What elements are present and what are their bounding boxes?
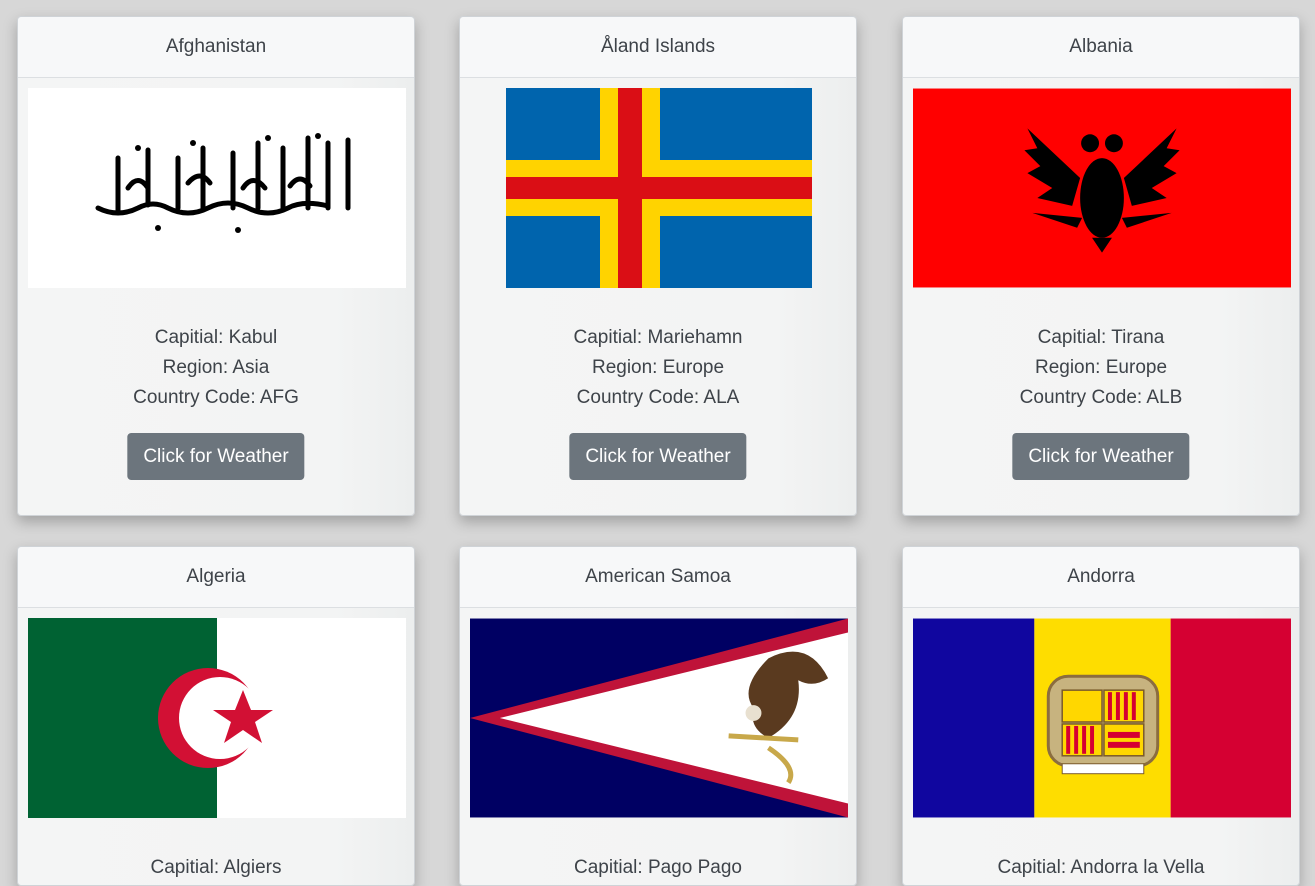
andorra-flag-icon [913, 618, 1291, 818]
country-name: Åland Islands [460, 17, 856, 78]
albania-flag-icon [913, 88, 1291, 288]
code-label: Country Code: [1019, 387, 1147, 408]
flag-image [913, 88, 1291, 288]
country-card: Algeria Capitial: Algiers [17, 546, 415, 886]
country-card: American Samoa Capitial: Pago Pago [459, 546, 857, 886]
region-value: Asia [232, 357, 270, 378]
capital-label: Capitial: [1037, 327, 1112, 348]
country-name: Andorra [903, 547, 1299, 608]
region-label: Region: [1034, 357, 1106, 378]
region-value: Europe [1105, 357, 1168, 378]
country-info: Capitial: Kabul Region: Asia Country Cod… [18, 323, 414, 413]
capital-value: Andorra la Vella [1070, 857, 1205, 878]
country-name: Albania [903, 17, 1299, 78]
region-label: Region: [162, 357, 233, 378]
flag-image [913, 618, 1291, 818]
afghanistan-flag-icon [28, 88, 406, 288]
country-card: Afghanistan Capitial: Kabul Region: Asia… [17, 16, 415, 516]
country-name: American Samoa [460, 547, 856, 608]
flag-image [470, 88, 848, 288]
country-card: Andorra Capitial: Andorra la Vella [902, 546, 1300, 886]
country-info: Capitial: Tirana Region: Europe Country … [903, 323, 1299, 413]
capital-label: Capitial: [574, 857, 648, 878]
weather-button[interactable]: Click for Weather [127, 433, 305, 480]
american-samoa-flag-icon [470, 618, 848, 818]
weather-button[interactable]: Click for Weather [1012, 433, 1190, 480]
capital-value: Pago Pago [647, 857, 742, 878]
capital-label: Capitial: [150, 857, 224, 878]
aland-flag-icon [506, 88, 812, 288]
region-label: Region: [591, 357, 663, 378]
code-value: ALB [1146, 387, 1183, 408]
algeria-flag-icon [28, 618, 406, 818]
capital-value: Mariehamn [647, 327, 743, 348]
code-label: Country Code: [133, 387, 260, 408]
country-card: Albania Capitial: Tirana Region: Europe … [902, 16, 1300, 516]
country-info: Capitial: Mariehamn Region: Europe Count… [460, 323, 856, 413]
code-label: Country Code: [576, 387, 704, 408]
capital-value: Tirana [1111, 327, 1165, 348]
code-value: ALA [703, 387, 740, 408]
country-card: Åland Islands Capitial: Mariehamn Region… [459, 16, 857, 516]
region-value: Europe [662, 357, 725, 378]
flag-image [28, 88, 406, 288]
code-value: AFG [259, 387, 299, 408]
capital-label: Capitial: [573, 327, 648, 348]
country-name: Afghanistan [18, 17, 414, 78]
capital-value: Kabul [228, 327, 278, 348]
country-info: Capitial: Pago Pago [460, 853, 856, 883]
flag-image [28, 618, 406, 818]
capital-value: Algiers [223, 857, 282, 878]
country-info: Capitial: Algiers [18, 853, 414, 883]
country-info: Capitial: Andorra la Vella [903, 853, 1299, 883]
flag-image [470, 618, 848, 818]
weather-button[interactable]: Click for Weather [569, 433, 747, 480]
capital-label: Capitial: [154, 327, 229, 348]
country-name: Algeria [18, 547, 414, 608]
capital-label: Capitial: [997, 857, 1071, 878]
